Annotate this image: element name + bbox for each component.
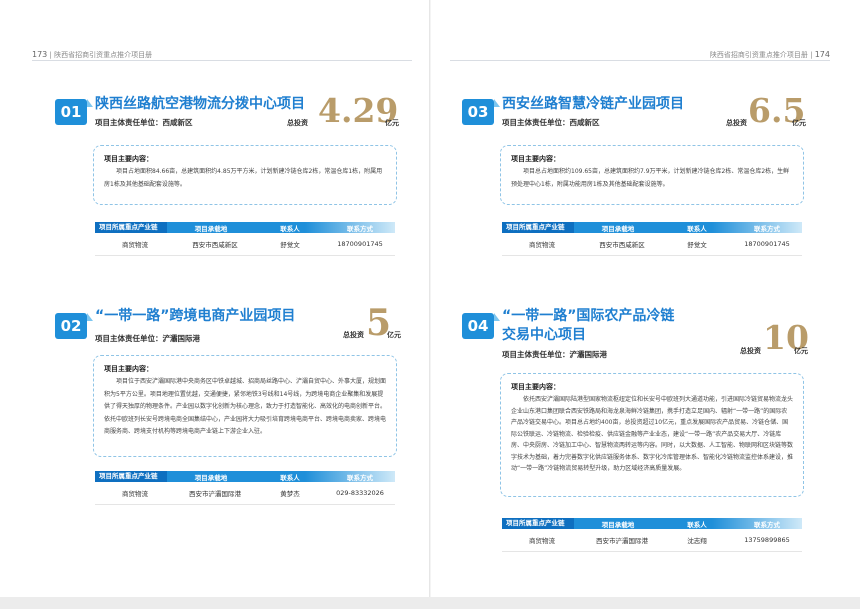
header-phone: 联系方式: [754, 224, 780, 233]
header-industry-chain: 项目所属重点产业链: [502, 222, 574, 233]
cell-contact: 舒觉文: [687, 241, 707, 249]
project-owner: 项目主体责任单位：西咸新区: [95, 118, 193, 127]
cell-location: 西安市西咸新区: [192, 241, 238, 249]
project-number-badge: 04: [462, 313, 494, 339]
header-location: 项目承载地: [194, 473, 228, 482]
description-text: 项目位于西安浐灞国际港中央商务区中铁卓越城、招商局丝路中心、浐灞自贸中心、外事大…: [104, 378, 387, 435]
description-heading: 项目主要内容：: [511, 383, 560, 391]
cell-industry: 商贸物流: [122, 490, 148, 498]
project-card-02: 02 “一带一路”跨境电商产业园项目 项目主体责任单位：浐灞国际港 总投资 5 …: [55, 305, 401, 525]
investment-label: 总投资: [287, 119, 308, 127]
cell-industry: 商贸物流: [529, 537, 555, 545]
investment-label: 总投资: [740, 347, 761, 355]
project-title-line2: 交易中心项目: [502, 327, 586, 343]
right-header-rule: [450, 60, 830, 61]
project-number-badge: 03: [462, 99, 494, 125]
cell-phone: 18700901745: [337, 240, 383, 248]
cell-industry: 商贸物流: [529, 241, 555, 249]
table-header: 项目所属重点产业链 项目承载地 联系人 联系方式: [502, 222, 802, 233]
project-card-04: 04 “一带一路”国际农产品冷链 交易中心项目 项目主体责任单位：浐灞国际港 总…: [462, 305, 809, 575]
header-contact: 联系人: [280, 473, 300, 482]
table-row: 商贸物流 西安市西咸新区 舒觉文 18700901745: [502, 233, 802, 255]
project-number-badge: 02: [55, 313, 87, 339]
project-description-box: 项目主要内容： 项目占地面积84.66亩，总建筑面积约4.85万平方米，计划新建…: [93, 145, 397, 205]
investment-label: 总投资: [726, 119, 747, 127]
cell-phone: 18700901745: [744, 240, 790, 248]
header-contact: 联系人: [280, 224, 300, 233]
book-spine: [429, 0, 431, 609]
investment-unit: 亿元: [792, 119, 806, 127]
header-industry-chain: 项目所属重点产业链: [95, 471, 167, 482]
project-owner: 项目主体责任单位：西咸新区: [502, 118, 600, 127]
header-contact: 联系人: [687, 520, 707, 529]
project-info-table: 项目所属重点产业链 项目承载地 联系人 联系方式 商贸物流 西安市浐灞国际港 黄…: [95, 471, 395, 505]
project-owner: 项目主体责任单位：浐灞国际港: [502, 350, 607, 359]
cell-contact: 舒觉文: [280, 241, 300, 249]
cell-phone: 029-83332026: [336, 489, 384, 497]
project-title: 陕西丝路航空港物流分拨中心项目: [95, 96, 305, 112]
table-rule: [95, 504, 395, 505]
table-header: 项目所属重点产业链 项目承载地 联系人 联系方式: [95, 222, 395, 233]
investment-unit: 亿元: [794, 347, 808, 355]
project-number-badge: 01: [55, 99, 87, 125]
project-description-box: 项目主要内容： 项目位于西安浐灞国际港中央商务区中铁卓越城、招商局丝路中心、浐灞…: [93, 355, 397, 457]
header-location: 项目承载地: [194, 224, 228, 233]
header-location: 项目承载地: [601, 520, 635, 529]
project-description-box: 项目主要内容： 项目总占地面积约109.65亩，总建筑面积约7.9万平米，计划新…: [500, 145, 804, 205]
right-page-title: 陕西省招商引资重点推介项目册: [709, 51, 808, 59]
cell-contact: 沈志翔: [687, 537, 707, 545]
left-page-header: 173 | 陕西省招商引资重点推介项目册: [32, 50, 153, 59]
cell-phone: 13759899865: [744, 536, 790, 544]
description-heading: 项目主要内容：: [104, 155, 153, 163]
project-info-table: 项目所属重点产业链 项目承载地 联系人 联系方式 商贸物流 西安市西咸新区 舒觉…: [95, 222, 395, 256]
table-rule: [95, 255, 395, 256]
description-heading: 项目主要内容：: [511, 155, 560, 163]
project-description-box: 项目主要内容： 依托西安浐灞国际陆港型国家物流枢纽定位和长安号中欧班列大通道功能…: [500, 373, 804, 497]
header-industry-chain: 项目所属重点产业链: [95, 222, 167, 233]
project-card-01: 01 陕西丝路航空港物流分拨中心项目 项目主体责任单位：西咸新区 总投资 4.2…: [55, 94, 400, 270]
description-text: 依托西安浐灞国际陆港型国家物流枢纽定位和长安号中欧班列大通道功能，引进国际冷链贸…: [511, 396, 794, 472]
header-location: 项目承载地: [601, 224, 635, 233]
cell-contact: 黄梦杰: [280, 490, 300, 498]
table-row: 商贸物流 西安市浐灞国际港 黄梦杰 029-83332026: [95, 482, 395, 504]
left-page-number: 173: [32, 50, 48, 59]
project-card-03: 03 西安丝路智慧冷链产业园项目 项目主体责任单位：西咸新区 总投资 6.5 亿…: [462, 94, 807, 270]
project-title: 西安丝路智慧冷链产业园项目: [502, 96, 684, 112]
right-page-number: 174: [814, 50, 830, 59]
table-header: 项目所属重点产业链 项目承载地 联系人 联系方式: [95, 471, 395, 482]
investment-label: 总投资: [343, 331, 364, 339]
header-phone: 联系方式: [347, 224, 373, 233]
header-contact: 联系人: [687, 224, 707, 233]
project-info-table: 项目所属重点产业链 项目承载地 联系人 联系方式 商贸物流 西安市西咸新区 舒觉…: [502, 222, 802, 256]
project-info-table: 项目所属重点产业链 项目承载地 联系人 联系方式 商贸物流 西安市浐灞国际港 沈…: [502, 518, 802, 552]
cell-location: 西安市浐灞国际港: [596, 537, 648, 545]
right-page-header: 陕西省招商引资重点推介项目册 | 174: [709, 50, 830, 59]
investment-unit: 亿元: [387, 331, 401, 339]
description-text: 项目总占地面积约109.65亩，总建筑面积约7.9万平米，计划新建冷链仓库2栋、…: [511, 168, 790, 188]
header-phone: 联系方式: [754, 520, 780, 529]
left-header-rule: [32, 60, 412, 61]
table-rule: [502, 551, 802, 552]
table-rule: [502, 255, 802, 256]
project-title: “一带一路”国际农产品冷链: [502, 308, 675, 324]
table-row: 商贸物流 西安市浐灞国际港 沈志翔 13759899865: [502, 529, 802, 551]
table-header: 项目所属重点产业链 项目承载地 联系人 联系方式: [502, 518, 802, 529]
cell-industry: 商贸物流: [122, 241, 148, 249]
bottom-margin: [0, 597, 860, 609]
header-industry-chain: 项目所属重点产业链: [502, 518, 574, 529]
project-title: “一带一路”跨境电商产业园项目: [95, 308, 296, 324]
header-phone: 联系方式: [347, 473, 373, 482]
cell-location: 西安市西咸新区: [599, 241, 645, 249]
investment-unit: 亿元: [385, 119, 399, 127]
project-owner: 项目主体责任单位：浐灞国际港: [95, 334, 200, 343]
left-page-title: 陕西省招商引资重点推介项目册: [54, 51, 153, 59]
description-heading: 项目主要内容：: [104, 365, 153, 373]
cell-location: 西安市浐灞国际港: [189, 490, 241, 498]
description-text: 项目占地面积84.66亩，总建筑面积约4.85万平方米，计划新建冷链仓库2栋，常…: [104, 168, 383, 188]
table-row: 商贸物流 西安市西咸新区 舒觉文 18700901745: [95, 233, 395, 255]
